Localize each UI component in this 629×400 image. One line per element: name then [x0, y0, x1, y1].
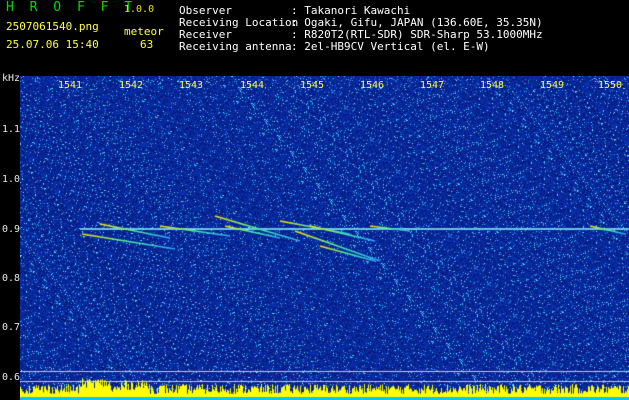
freq-tick: 0.8	[2, 273, 21, 284]
time-tick: 1543	[179, 80, 204, 91]
antenna-value: : 2el-HB9CV Vertical (el. E-W)	[291, 40, 490, 53]
time-tick: 1544	[240, 80, 265, 91]
khz-unit-label: kHz	[2, 73, 21, 84]
time-tick: 1545	[300, 80, 325, 91]
time-tick: 1549	[540, 80, 565, 91]
antenna-label: Receiving antenna	[179, 40, 292, 53]
app-title: H R O F F T	[6, 0, 137, 15]
time-tick: 1542	[119, 80, 144, 91]
freq-tick: 1.1	[2, 124, 21, 135]
freq-tick: 0.6	[2, 372, 21, 383]
count-label: meteor	[124, 25, 164, 38]
time-tick: 1548	[480, 80, 505, 91]
time-tick: 1550	[598, 80, 623, 91]
freq-tick: 0.7	[2, 322, 21, 333]
time-tick: 1541	[58, 80, 83, 91]
file-name: 2507061540.png	[6, 20, 99, 33]
date-time: 25.07.06 15:40	[6, 38, 99, 51]
time-tick: 1546	[360, 80, 385, 91]
freq-tick: 0.9	[2, 224, 21, 235]
freq-tick: 1.0	[2, 174, 21, 185]
time-tick: 1547	[420, 80, 445, 91]
app-version: 1.0.0	[124, 4, 155, 15]
hroft-window: H R O F F T 1.0.0 2507061540.png meteor …	[0, 0, 629, 400]
spectrogram	[20, 76, 629, 400]
meteor-count: 63	[140, 38, 154, 51]
